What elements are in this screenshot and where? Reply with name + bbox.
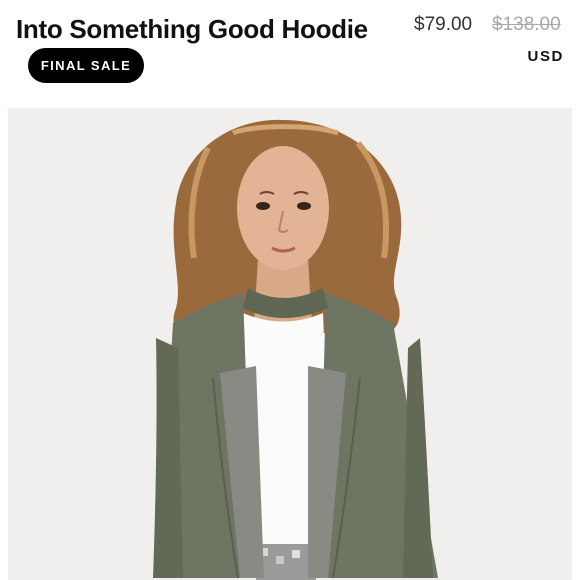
product-header: Into Something Good Hoodie FINAL SALE $7… — [0, 0, 580, 108]
final-sale-badge: FINAL SALE — [28, 48, 144, 83]
product-title: Into Something Good Hoodie — [16, 14, 368, 44]
product-image[interactable] — [8, 108, 572, 580]
model-illustration — [8, 108, 572, 580]
currency-label: USD — [527, 48, 564, 65]
current-price: $79.00 — [414, 14, 473, 35]
original-price: $138.00 — [492, 14, 561, 35]
image-gutter-right — [572, 108, 580, 580]
image-gutter-left — [0, 108, 8, 580]
